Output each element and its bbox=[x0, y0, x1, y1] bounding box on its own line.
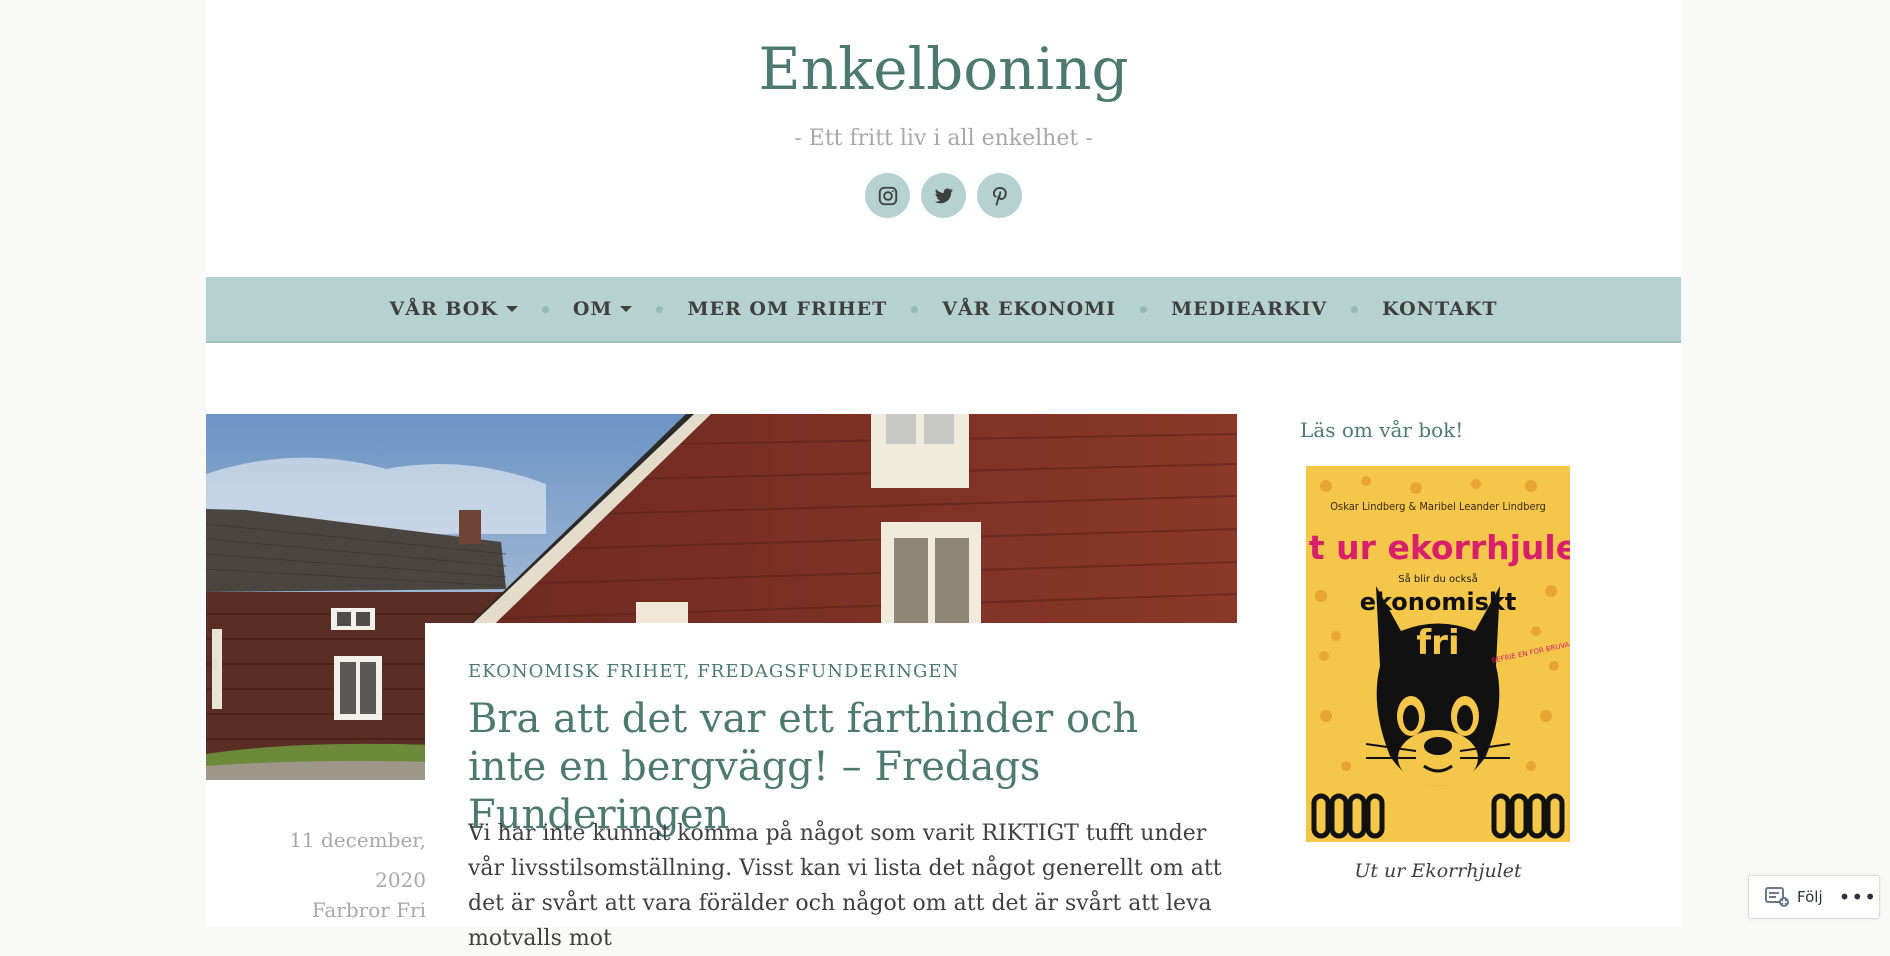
nav-separator bbox=[656, 305, 664, 313]
nav-item-label: MER OM FRIHET bbox=[687, 298, 888, 320]
social-links bbox=[206, 173, 1681, 218]
nav-separator bbox=[911, 305, 919, 313]
post-card: EKONOMISK FRIHET, FREDAGSFUNDERINGEN Bra… bbox=[425, 623, 1237, 951]
caret-down-icon bbox=[620, 306, 633, 312]
site-tagline: - Ett fritt liv i all enkelhet - bbox=[794, 126, 1093, 151]
nav-item-label: VÅR EKONOMI bbox=[942, 298, 1117, 320]
nav-item-mediearkiv[interactable]: MEDIEARKIV bbox=[1171, 298, 1327, 320]
book-caption: Ut ur Ekorrhjulet bbox=[1354, 860, 1522, 882]
pinterest-link[interactable] bbox=[977, 173, 1022, 218]
post-excerpt: Vi har inte kunnat komma på något som va… bbox=[468, 821, 1222, 951]
follow-label: Följ bbox=[1797, 888, 1823, 906]
book-authors: Oskar Lindberg & Maribel Leander Lindber… bbox=[1330, 500, 1545, 513]
instagram-icon bbox=[878, 186, 897, 205]
book-title: Ut ur ekorrhjulet bbox=[1306, 528, 1570, 567]
book-subtitle3: fri bbox=[1416, 623, 1459, 663]
twitter-icon bbox=[934, 187, 953, 203]
book-subtitle: Så blir du också bbox=[1398, 572, 1477, 585]
book-cover[interactable]: Oskar Lindberg & Maribel Leander Lindber… bbox=[1306, 466, 1570, 842]
book-subtitle2: ekonomiskt bbox=[1360, 588, 1517, 616]
nav-item-kontakt[interactable]: KONTAKT bbox=[1382, 298, 1497, 320]
more-options-button[interactable]: ••• bbox=[1839, 887, 1877, 907]
post-date[interactable]: 11 december, 2020 bbox=[276, 820, 426, 900]
nav-item-label: VÅR BOK bbox=[389, 298, 498, 320]
nav-item-var-ekonomi[interactable]: VÅR EKONOMI bbox=[942, 298, 1116, 320]
category-link[interactable]: EKONOMISK FRIHET bbox=[468, 661, 684, 682]
site-title[interactable]: Enkelboning bbox=[206, 37, 1681, 102]
post-date-line: 11 december, bbox=[289, 828, 426, 852]
post-date-line: 2020 bbox=[375, 868, 426, 892]
caret-down-icon bbox=[505, 306, 518, 312]
main-navigation: VÅR BOK OM MER OM FRIHET VÅR EKONOMI MED… bbox=[206, 277, 1681, 343]
twitter-link[interactable] bbox=[921, 173, 966, 218]
nav-item-label: KONTAKT bbox=[1382, 298, 1498, 320]
nav-item-om[interactable]: OM bbox=[573, 298, 633, 320]
post-author[interactable]: Farbror Fri bbox=[276, 898, 426, 922]
nav-item-mer-om-frihet[interactable]: MER OM FRIHET bbox=[687, 298, 887, 320]
sidebar-widget-title: Läs om vår bok! bbox=[1300, 418, 1464, 442]
instagram-link[interactable] bbox=[865, 173, 910, 218]
nav-item-label: MEDIEARKIV bbox=[1171, 298, 1328, 320]
follow-bar: Följ ••• bbox=[1748, 875, 1880, 919]
nav-item-label: OM bbox=[572, 298, 613, 320]
nav-item-var-bok[interactable]: VÅR BOK bbox=[389, 298, 518, 320]
reader-follow-icon bbox=[1765, 887, 1789, 907]
post-categories: EKONOMISK FRIHET, FREDAGSFUNDERINGEN bbox=[468, 661, 959, 682]
category-link[interactable]: FREDAGSFUNDERINGEN bbox=[697, 661, 959, 682]
pinterest-icon bbox=[992, 186, 1007, 206]
page: Enkelboning - Ett fritt liv i all enkelh… bbox=[206, 0, 1681, 951]
nav-separator bbox=[1140, 305, 1148, 313]
category-separator: , bbox=[683, 661, 691, 682]
nav-separator bbox=[541, 305, 549, 313]
follow-button[interactable]: Följ bbox=[1765, 887, 1823, 907]
nav-separator bbox=[1351, 305, 1359, 313]
